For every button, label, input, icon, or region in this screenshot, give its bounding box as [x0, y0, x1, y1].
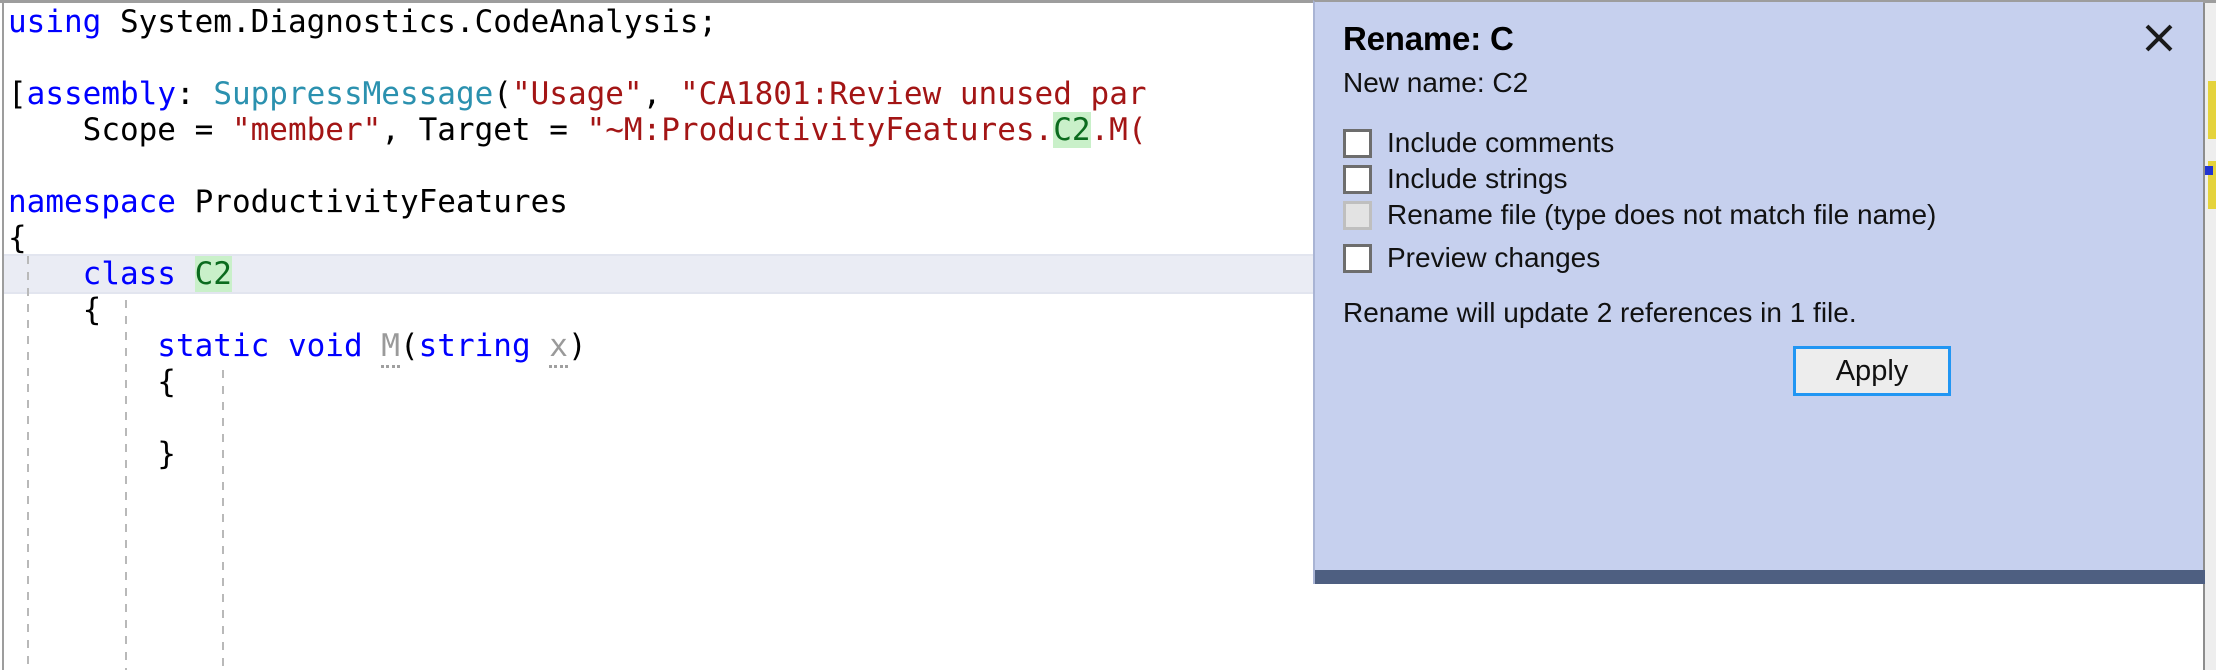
- code-line[interactable]: Scope = "member", Target = "~M:Productiv…: [0, 112, 1147, 148]
- code-token: class: [8, 256, 195, 292]
- code-line[interactable]: {: [0, 364, 176, 400]
- code-line[interactable]: }: [0, 436, 176, 472]
- code-token: C2: [1053, 112, 1090, 148]
- code-token: Scope =: [8, 112, 232, 148]
- code-token: "CA1801:Review unused par: [680, 76, 1147, 112]
- code-token: {: [8, 292, 101, 328]
- checkbox-label-rename-file: Rename file (type does not match file na…: [1387, 199, 1936, 231]
- code-token: C2: [195, 256, 232, 292]
- code-token: static void: [8, 328, 381, 364]
- code-token: "~M:ProductivityFeatures.: [587, 112, 1054, 148]
- checkbox-preview-changes[interactable]: [1343, 244, 1372, 273]
- code-token: using: [8, 4, 120, 40]
- code-token: (: [400, 328, 419, 364]
- code-token: , Target =: [381, 112, 586, 148]
- code-token: [: [8, 76, 27, 112]
- code-token: [531, 328, 550, 364]
- code-token: "Usage": [512, 76, 643, 112]
- code-line[interactable]: {: [0, 220, 27, 256]
- code-token: ): [568, 328, 587, 364]
- code-token: namespace: [8, 184, 195, 220]
- scrollbar-marker-caret[interactable]: [2205, 166, 2213, 175]
- dialog-bottom-bar: [1315, 570, 2205, 584]
- code-line[interactable]: [0, 40, 8, 76]
- code-token: SuppressMessage: [213, 76, 493, 112]
- code-token: ,: [643, 76, 680, 112]
- code-token: (: [493, 76, 512, 112]
- new-name-label: New name: C2: [1343, 67, 1528, 99]
- code-token: }: [8, 436, 176, 472]
- checkbox-label-include-strings: Include strings: [1387, 163, 1568, 195]
- checkbox-include-comments[interactable]: [1343, 129, 1372, 158]
- close-icon[interactable]: [2137, 16, 2181, 60]
- code-line[interactable]: using System.Diagnostics.CodeAnalysis;: [0, 4, 717, 40]
- checkbox-row-preview-changes[interactable]: Preview changes: [1343, 241, 1600, 275]
- code-line[interactable]: [0, 148, 8, 184]
- checkbox-label-include-comments: Include comments: [1387, 127, 1614, 159]
- checkbox-row-rename-file: Rename file (type does not match file na…: [1343, 198, 1936, 232]
- rename-dialog: Rename: C New name: C2 Include comments I…: [1313, 0, 2203, 584]
- code-token: {: [8, 220, 27, 256]
- checkbox-include-strings[interactable]: [1343, 165, 1372, 194]
- apply-button[interactable]: Apply: [1793, 346, 1951, 396]
- code-token: M: [381, 328, 400, 368]
- code-line[interactable]: static void M(string x): [0, 328, 587, 364]
- code-line[interactable]: class C2: [0, 256, 232, 292]
- code-line[interactable]: [0, 400, 8, 436]
- code-line[interactable]: namespace ProductivityFeatures: [0, 184, 568, 220]
- code-token: assembly: [27, 76, 176, 112]
- code-token: :: [176, 76, 213, 112]
- code-line[interactable]: {: [0, 292, 101, 328]
- checkbox-label-preview-changes: Preview changes: [1387, 242, 1600, 274]
- code-token: System.Diagnostics.CodeAnalysis;: [120, 4, 717, 40]
- scrollbar-marker-warning[interactable]: [2208, 81, 2216, 139]
- code-token: .M(: [1091, 112, 1147, 148]
- checkbox-row-include-comments[interactable]: Include comments: [1343, 126, 1614, 160]
- code-token: ProductivityFeatures: [195, 184, 568, 220]
- rename-summary-text: Rename will update 2 references in 1 fil…: [1343, 297, 1857, 329]
- code-token: string: [419, 328, 531, 364]
- code-token: {: [8, 364, 176, 400]
- checkbox-rename-file: [1343, 201, 1372, 230]
- code-token: x: [549, 328, 568, 368]
- screen-root: using System.Diagnostics.CodeAnalysis; [a…: [0, 0, 2216, 670]
- code-line[interactable]: [assembly: SuppressMessage("Usage", "CA1…: [0, 76, 1147, 112]
- dialog-title: Rename: C: [1343, 20, 1514, 58]
- code-token: "member": [232, 112, 381, 148]
- checkbox-row-include-strings[interactable]: Include strings: [1343, 162, 1568, 196]
